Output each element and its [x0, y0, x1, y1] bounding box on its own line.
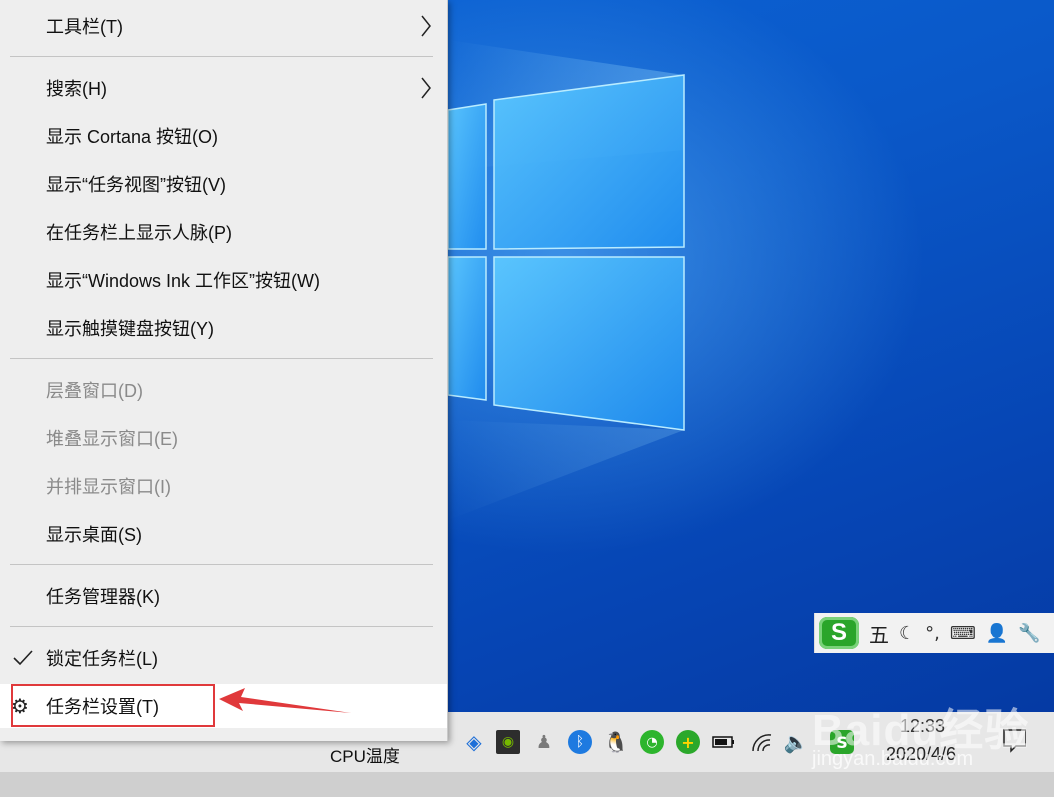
app-figure-icon[interactable]: ♟	[532, 730, 556, 754]
ime-mode[interactable]: 五	[869, 619, 889, 648]
checkmark-icon	[13, 650, 33, 666]
menu-item-toolbars[interactable]: 工具栏(T)	[0, 4, 447, 48]
menu-separator	[10, 56, 433, 57]
sogou-ime-logo[interactable]: S	[819, 617, 859, 649]
punctuation-icon[interactable]: °,	[925, 623, 940, 644]
menu-separator	[10, 564, 433, 565]
menu-item-label: 任务管理器(K)	[46, 587, 160, 607]
cpu-temperature-label[interactable]: CPU温度	[330, 742, 400, 767]
ime-toolbar[interactable]: S 五 ☾ °, ⌨ 👤 🔧	[814, 613, 1054, 653]
menu-item-label: 层叠窗口(D)	[46, 381, 143, 401]
menu-item-label: 堆叠显示窗口(E)	[46, 429, 178, 449]
menu-item-label: 在任务栏上显示人脉(P)	[46, 223, 232, 243]
bluetooth-icon[interactable]: ᛒ	[568, 730, 592, 754]
moon-icon[interactable]: ☾	[899, 623, 915, 644]
menu-item-show-task-view[interactable]: 显示“任务视图”按钮(V)	[0, 162, 447, 206]
menu-item-lock-taskbar[interactable]: 锁定任务栏(L)	[0, 636, 447, 680]
wechat-icon[interactable]: ◔	[640, 730, 664, 754]
menu-item-label: 工具栏(T)	[46, 17, 123, 37]
menu-item-stacked-windows: 堆叠显示窗口(E)	[0, 416, 447, 460]
wrench-icon[interactable]: 🔧	[1018, 623, 1040, 644]
menu-item-label: 显示“Windows Ink 工作区”按钮(W)	[46, 271, 320, 291]
menu-item-label: 显示触摸键盘按钮(Y)	[46, 319, 214, 339]
nvidia-icon[interactable]: ◉	[496, 730, 520, 754]
battery-icon[interactable]	[712, 730, 736, 754]
menu-item-show-cortana[interactable]: 显示 Cortana 按钮(O)	[0, 114, 447, 158]
menu-item-label: 锁定任务栏(L)	[46, 649, 158, 669]
annotation-arrow-icon	[219, 688, 351, 713]
menu-item-show-windows-ink[interactable]: 显示“Windows Ink 工作区”按钮(W)	[0, 258, 447, 302]
wifi-icon[interactable]	[750, 730, 774, 754]
chevron-right-icon	[421, 77, 431, 99]
menu-item-show-desktop[interactable]: 显示桌面(S)	[0, 512, 447, 556]
menu-item-label: 显示桌面(S)	[46, 525, 142, 545]
menu-item-task-manager[interactable]: 任务管理器(K)	[0, 574, 447, 618]
menu-item-label: 显示“任务视图”按钮(V)	[46, 175, 226, 195]
menu-item-label: 显示 Cortana 按钮(O)	[46, 127, 219, 147]
keyboard-icon[interactable]: ⌨	[950, 623, 976, 644]
chevron-right-icon	[421, 15, 431, 37]
menu-item-side-by-side-windows: 并排显示窗口(I)	[0, 464, 447, 508]
menu-separator	[10, 626, 433, 627]
screen-bottom-strip	[0, 772, 1054, 797]
menu-item-search[interactable]: 搜索(H)	[0, 66, 447, 110]
security-plus-icon[interactable]: +	[676, 730, 700, 754]
baidu-watermark-url: jingyan.baidu.com	[812, 748, 974, 770]
user-icon[interactable]: 👤	[986, 623, 1008, 644]
menu-item-show-touch-keyboard[interactable]: 显示触摸键盘按钮(Y)	[0, 306, 447, 350]
menu-item-cascade-windows: 层叠窗口(D)	[0, 368, 447, 412]
menu-separator	[10, 358, 433, 359]
qq-icon[interactable]: 🐧	[604, 730, 629, 754]
menu-item-show-people[interactable]: 在任务栏上显示人脉(P)	[0, 210, 447, 254]
menu-item-label: 并排显示窗口(I)	[46, 477, 171, 497]
stack-layers-icon[interactable]: ◈	[462, 730, 486, 754]
annotation-highlight-box	[11, 684, 215, 727]
volume-icon[interactable]: 🔈	[784, 730, 809, 754]
menu-item-label: 搜索(H)	[46, 79, 107, 99]
taskbar-context-menu[interactable]: 工具栏(T) 搜索(H) 显示 Cortana 按钮(O) 显示“任务视图”按钮…	[0, 0, 448, 741]
